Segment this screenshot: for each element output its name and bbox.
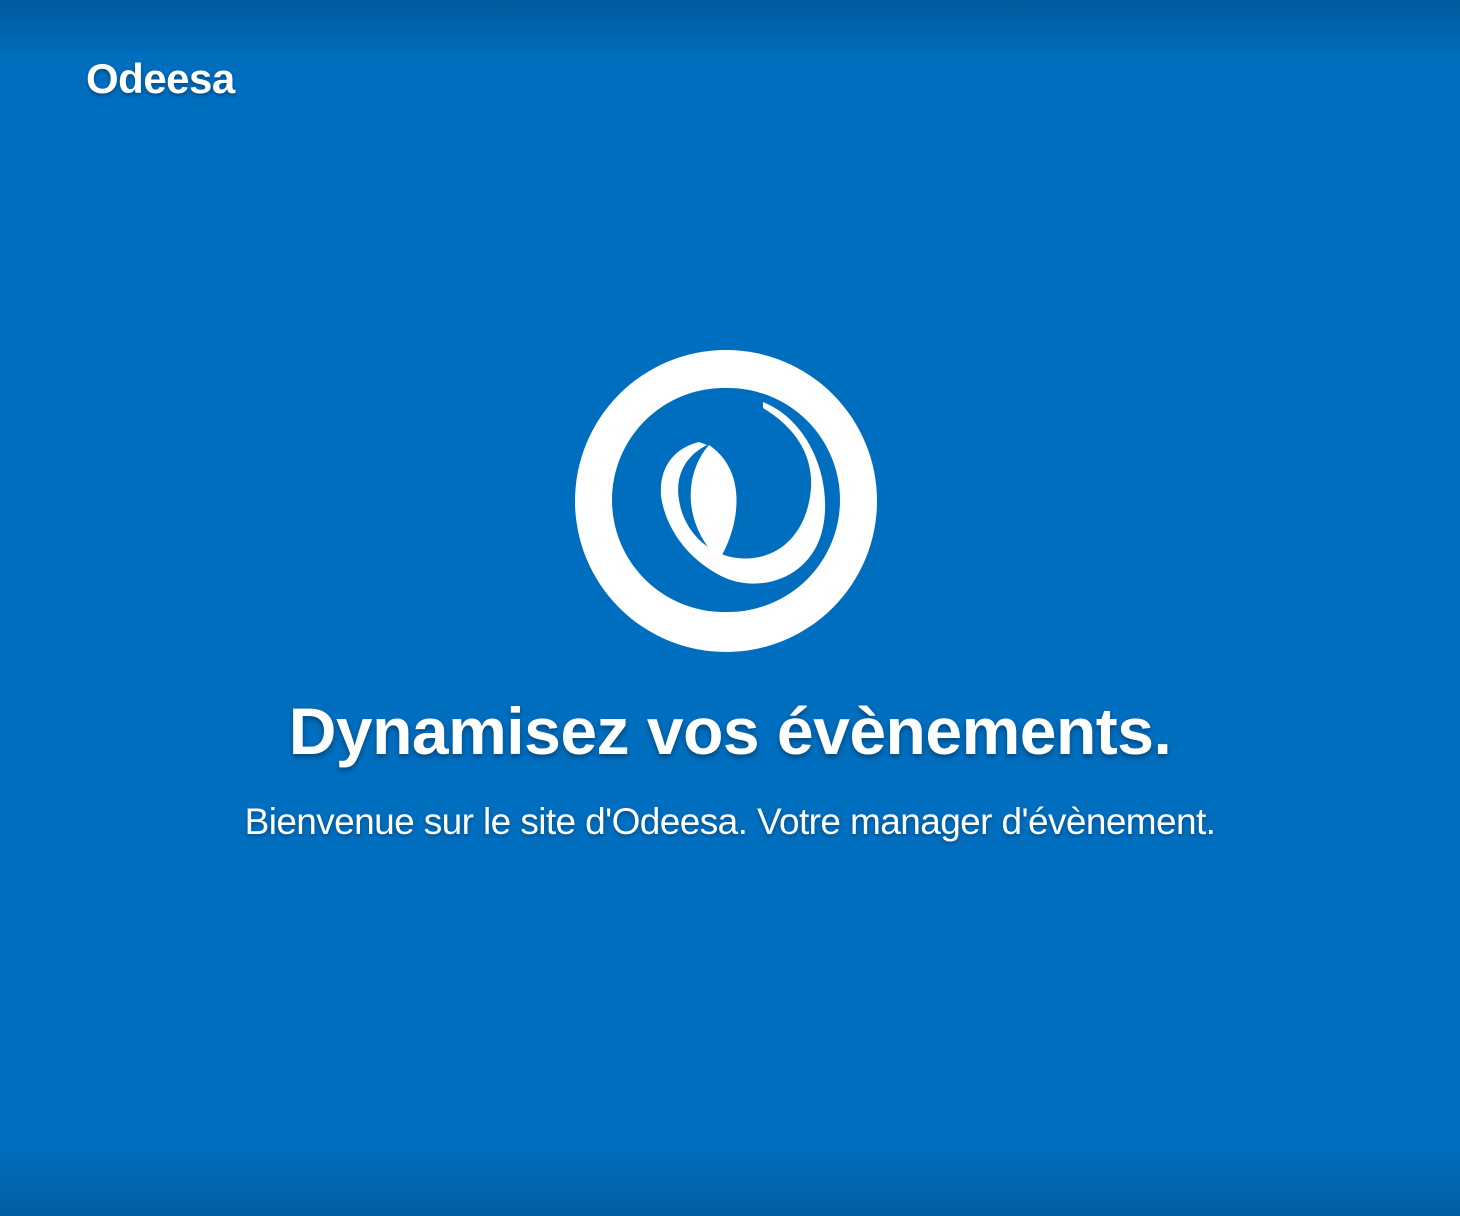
top-shade <box>0 0 1460 60</box>
hero-headline: Dynamisez vos évènements. <box>288 694 1172 768</box>
odeesa-logo-icon <box>575 350 877 652</box>
hero-subtitle: Bienvenue sur le site d'Odeesa. Votre ma… <box>244 801 1216 842</box>
brand-link[interactable]: Odeesa <box>86 58 235 100</box>
bottom-shade <box>0 1146 1460 1216</box>
